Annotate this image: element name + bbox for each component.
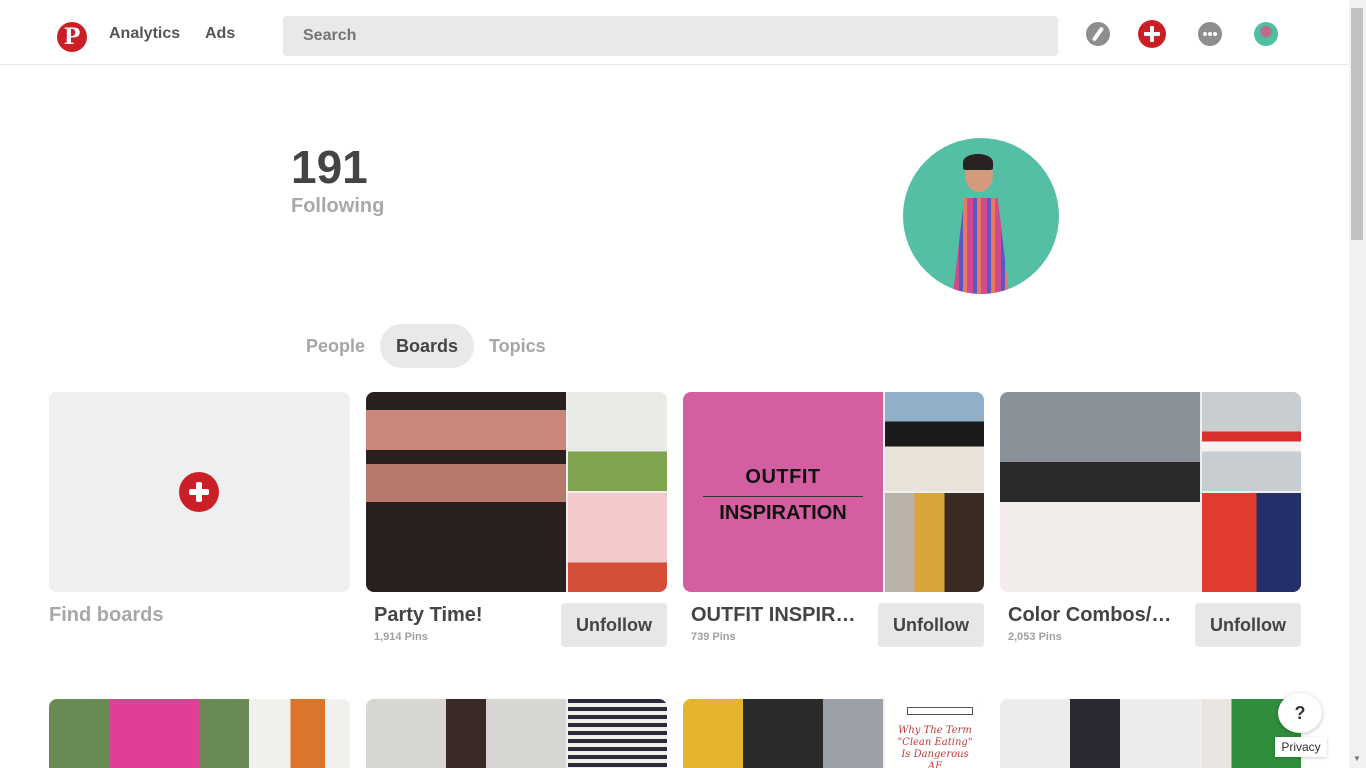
board-cover-top-image: Why The Term "Clean Eating" Is Dangerous… bbox=[885, 699, 984, 768]
tab-people[interactable]: People bbox=[290, 324, 381, 368]
board-cover-top-image bbox=[885, 392, 984, 491]
board-cover-main-image bbox=[366, 392, 566, 592]
cover-text: OUTFIT bbox=[745, 466, 821, 488]
page-scrollbar[interactable]: ▼ bbox=[1349, 0, 1366, 768]
pinterest-logo-icon[interactable]: P bbox=[57, 22, 87, 52]
scrollbar-thumb[interactable] bbox=[1351, 8, 1363, 240]
board-pin-count: 2,053 Pins bbox=[1008, 631, 1062, 643]
board-cover[interactable]: OUTFIT INSPIRATION bbox=[683, 392, 984, 592]
cover-text: INSPIRATION bbox=[719, 502, 847, 524]
board-pin-count: 1,914 Pins bbox=[374, 631, 428, 643]
unfollow-button[interactable]: Unfollow bbox=[561, 603, 667, 647]
cover-text: Why The Term "Clean Eating" Is Dangerous… bbox=[897, 725, 973, 768]
compass-icon[interactable] bbox=[1086, 22, 1110, 46]
board-cover-main-image bbox=[366, 699, 566, 768]
scroll-down-arrow-icon[interactable]: ▼ bbox=[1353, 754, 1361, 763]
board-cover-main-image bbox=[1000, 392, 1200, 592]
board-cover-main-image bbox=[1000, 699, 1200, 768]
board-cover-main-image bbox=[49, 699, 249, 768]
board-cover-main-image: OUTFIT INSPIRATION bbox=[683, 392, 883, 592]
analytics-link[interactable]: Analytics bbox=[109, 25, 180, 43]
help-button[interactable]: ? bbox=[1278, 693, 1322, 733]
board-title[interactable]: Color Combos/… bbox=[1008, 604, 1188, 627]
search-input[interactable] bbox=[283, 16, 1058, 56]
board-cover-bottom-image bbox=[568, 493, 667, 592]
board-cover-top-image bbox=[1202, 392, 1301, 491]
tab-topics[interactable]: Topics bbox=[473, 324, 562, 368]
profile-avatar[interactable] bbox=[1254, 22, 1278, 46]
unfollow-button[interactable]: Unfollow bbox=[1195, 603, 1301, 647]
board-cover-top-image bbox=[568, 392, 667, 491]
find-boards-label[interactable]: Find boards bbox=[49, 604, 163, 627]
board-cover[interactable] bbox=[49, 699, 350, 768]
messages-icon[interactable] bbox=[1198, 22, 1222, 46]
profile-picture-dress bbox=[953, 198, 1009, 294]
following-count: 191 bbox=[291, 141, 368, 193]
board-cover-bottom-image bbox=[885, 493, 984, 592]
board-cover[interactable] bbox=[1000, 392, 1301, 592]
board-cover[interactable] bbox=[366, 392, 667, 592]
cover-caption-box bbox=[907, 707, 973, 715]
following-label: Following bbox=[291, 195, 385, 217]
cover-divider bbox=[703, 496, 863, 497]
board-title[interactable]: OUTFIT INSPIR… bbox=[691, 604, 871, 627]
privacy-link[interactable]: Privacy bbox=[1275, 737, 1327, 757]
board-cover[interactable]: Why The Term "Clean Eating" Is Dangerous… bbox=[683, 699, 984, 768]
board-cover-top-image bbox=[568, 699, 667, 768]
top-navigation-bar: P Analytics Ads bbox=[0, 0, 1349, 65]
find-boards-card[interactable] bbox=[49, 392, 350, 592]
board-cover-bottom-image bbox=[1202, 493, 1301, 592]
add-icon[interactable] bbox=[1138, 20, 1166, 48]
board-cover-main-image bbox=[683, 699, 883, 768]
board-cover[interactable] bbox=[1000, 699, 1301, 768]
tab-boards[interactable]: Boards bbox=[380, 324, 475, 368]
board-cover[interactable] bbox=[366, 699, 667, 768]
board-title[interactable]: Party Time! bbox=[374, 604, 554, 627]
board-cover-top-image bbox=[251, 699, 350, 768]
ads-link[interactable]: Ads bbox=[205, 25, 235, 43]
board-pin-count: 739 Pins bbox=[691, 631, 736, 643]
add-board-icon[interactable] bbox=[179, 472, 219, 512]
profile-picture[interactable] bbox=[903, 138, 1059, 294]
unfollow-button[interactable]: Unfollow bbox=[878, 603, 984, 647]
profile-picture-hair bbox=[963, 154, 993, 170]
